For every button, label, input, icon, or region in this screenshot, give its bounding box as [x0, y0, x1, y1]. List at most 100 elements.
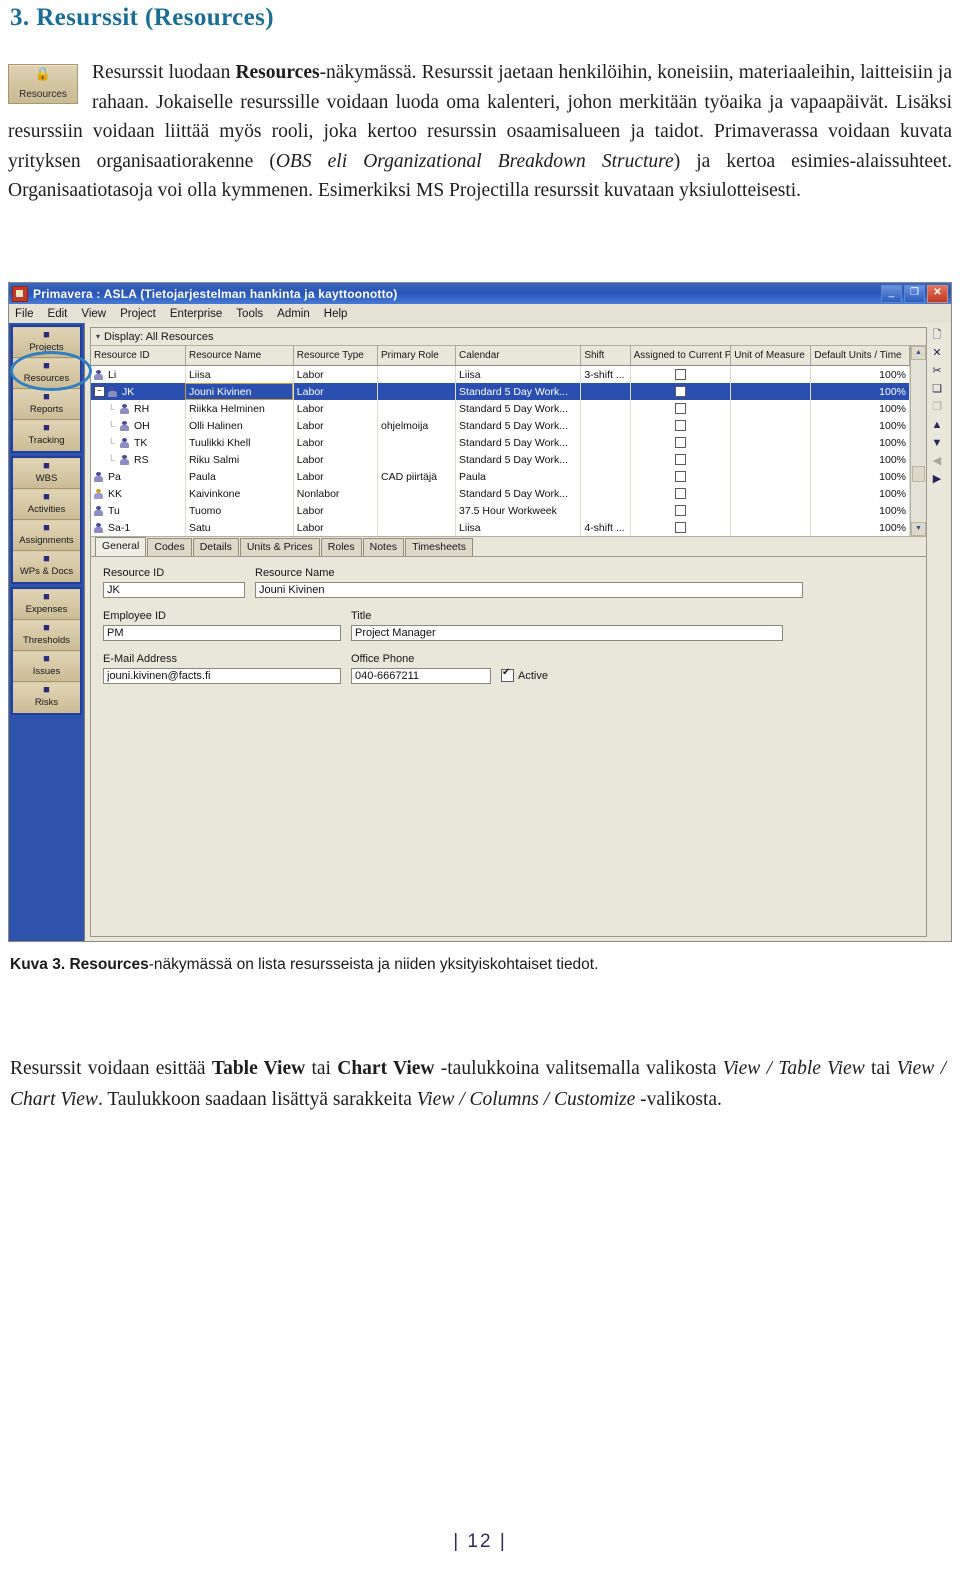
assigned-checkbox[interactable] [674, 522, 686, 534]
sidebar-item-risks[interactable]: ■ Risks [13, 683, 80, 713]
office-phone-input[interactable] [351, 668, 491, 684]
cut-icon[interactable]: ✂ [932, 365, 941, 378]
assigned-checkbox[interactable] [674, 454, 686, 466]
menu-item-view[interactable]: View [81, 308, 106, 320]
right-toolbar: 🗋 ✕ ✂ ❏ ❐ ▲ ▼ ◀ ▶ [927, 327, 947, 937]
closing-paragraph: Resurssit voidaan esittää Table View tai… [10, 1058, 946, 1110]
tab-roles[interactable]: Roles [320, 538, 362, 556]
cell-default-units: 100% [810, 502, 910, 519]
sidebar-item-tracking[interactable]: ■ Tracking [13, 421, 80, 451]
sidebar-item-resources[interactable]: ■ Resources [13, 359, 80, 389]
table-row[interactable]: Li Liisa Labor Liisa 3-shift ... 100% [91, 365, 910, 383]
move-up-icon[interactable]: ▲ [932, 419, 943, 432]
cell-assigned-checkbox[interactable] [630, 519, 732, 536]
col-default-units[interactable]: Default Units / Time [810, 346, 910, 366]
cell-assigned-checkbox[interactable] [630, 434, 732, 451]
email-input[interactable] [103, 668, 341, 684]
cell-assigned-checkbox[interactable] [630, 383, 732, 400]
table-row[interactable]: └ TK Tuulikki Khell Labor Standard 5 Day Wor… [91, 434, 910, 451]
resource-id-input[interactable] [103, 582, 245, 598]
col-resource-id[interactable]: Resource ID [91, 346, 186, 366]
table-row[interactable]: Tu Tuomo Labor 37.5 Hour Workweek 100% [91, 502, 910, 519]
table-row[interactable]: └ OH Olli Halinen Labor ohjelmoija Standard 5… [91, 417, 910, 434]
sidebar-item-activities[interactable]: ■ Activities [13, 490, 80, 520]
menu-item-project[interactable]: Project [120, 308, 156, 320]
col-primary-role[interactable]: Primary Role [377, 346, 457, 366]
cell-assigned-checkbox[interactable] [630, 400, 732, 417]
sidebar-item-wbs[interactable]: ■ WBS [13, 459, 80, 489]
menu-item-edit[interactable]: Edit [48, 308, 68, 320]
menu-item-tools[interactable]: Tools [236, 308, 263, 320]
col-shift[interactable]: Shift [580, 346, 631, 366]
assigned-checkbox[interactable] [674, 471, 686, 483]
scroll-up-button[interactable]: ▲ [911, 346, 926, 360]
display-filter-bar[interactable]: ▾ Display: All Resources [91, 328, 926, 346]
cell-assigned-checkbox[interactable] [630, 365, 732, 383]
cell-assigned-checkbox[interactable] [630, 468, 732, 485]
col-resource-type[interactable]: Resource Type [293, 346, 379, 366]
cell-resource-name: Kaivinkone [185, 485, 294, 502]
menu-item-admin[interactable]: Admin [277, 308, 310, 320]
menu-item-enterprise[interactable]: Enterprise [170, 308, 222, 320]
title-input[interactable] [351, 625, 783, 641]
tab-timesheets[interactable]: Timesheets [405, 538, 473, 556]
close-button[interactable]: ✕ [927, 285, 948, 303]
assigned-checkbox[interactable] [674, 420, 686, 432]
new-icon[interactable]: 🗋 [933, 329, 942, 342]
table-row[interactable]: └ RS Riku Salmi Labor Standard 5 Day Work...… [91, 451, 910, 468]
tab-codes[interactable]: Codes [147, 538, 192, 556]
col-calendar[interactable]: Calendar [455, 346, 582, 366]
sidebar-item-issues[interactable]: ■ Issues [13, 652, 80, 682]
sidebar-item-label: Risks [34, 697, 59, 708]
sidebar-item-projects[interactable]: ■ Projects [13, 328, 80, 358]
table-row[interactable]: └ RH Riikka Helminen Labor Standard 5 Day Wo… [91, 400, 910, 417]
cell-shift [580, 451, 631, 468]
table-row[interactable]: Sa-1 Satu Labor Liisa 4-shift ... 100% [91, 519, 910, 536]
assigned-checkbox[interactable] [674, 403, 686, 415]
restore-button[interactable]: ❐ [904, 285, 925, 303]
employee-id-input[interactable] [103, 625, 341, 641]
active-checkbox-wrap[interactable]: Active [501, 653, 548, 684]
outdent-icon[interactable]: ◀ [933, 455, 941, 468]
col-assigned[interactable]: Assigned to Current Project [630, 346, 732, 366]
cell-assigned-checkbox[interactable] [630, 417, 732, 434]
menu-item-help[interactable]: Help [324, 308, 348, 320]
indent-icon[interactable]: ▶ [933, 473, 941, 486]
sidebar-item-reports[interactable]: ■ Reports [13, 390, 80, 420]
resource-name-input[interactable] [255, 582, 803, 598]
chevron-down-icon[interactable]: ▾ [96, 332, 100, 341]
col-resource-name[interactable]: Resource Name [185, 346, 294, 366]
tab-general[interactable]: General [95, 537, 147, 556]
table-row[interactable]: − JK Jouni Kivinen Labor Standard 5 Day Work… [91, 383, 910, 400]
move-down-icon[interactable]: ▼ [932, 437, 943, 450]
sidebar-item-expenses[interactable]: ■ Expenses [13, 590, 80, 620]
table-row[interactable]: KK Kaivinkone Nonlabor Standard 5 Day Work.… [91, 485, 910, 502]
col-unit-of-measure[interactable]: Unit of Measure [730, 346, 812, 366]
minimize-button[interactable]: _ [881, 285, 902, 303]
tab-notes[interactable]: Notes [362, 538, 405, 556]
assigned-checkbox[interactable] [674, 505, 686, 517]
assigned-checkbox[interactable] [674, 369, 686, 381]
paste-icon[interactable]: ❐ [932, 401, 942, 414]
cell-assigned-checkbox[interactable] [630, 451, 732, 468]
expander-toggle[interactable]: − [94, 386, 105, 398]
cell-assigned-checkbox[interactable] [630, 502, 732, 519]
tab-details[interactable]: Details [192, 538, 239, 556]
copy-icon[interactable]: ❏ [932, 383, 942, 396]
tab-units-prices[interactable]: Units & Prices [239, 538, 320, 556]
active-checkbox[interactable] [501, 667, 514, 682]
assigned-checkbox[interactable] [674, 437, 686, 449]
menu-item-file[interactable]: File [15, 308, 34, 320]
grid-vertical-scrollbar[interactable]: ▲ ▼ [910, 346, 926, 536]
assigned-checkbox[interactable] [674, 386, 686, 398]
sidebar-item-wps-docs[interactable]: ■ WPs & Docs [13, 552, 80, 582]
sidebar-item-thresholds[interactable]: ■ Thresholds [13, 621, 80, 651]
assigned-checkbox[interactable] [674, 488, 686, 500]
table-row[interactable]: Pa Paula Labor CAD piirtäjä Paula 100% [91, 468, 910, 485]
scroll-thumb[interactable] [912, 466, 925, 482]
delete-icon[interactable]: ✕ [932, 347, 941, 360]
scroll-down-button[interactable]: ▼ [911, 522, 926, 536]
sidebar-item-assignments[interactable]: ■ Assignments [13, 521, 80, 551]
intro-paragraph: Resurssit luodaan Resources-näkymässä. R… [8, 62, 953, 201]
cell-assigned-checkbox[interactable] [630, 485, 732, 502]
